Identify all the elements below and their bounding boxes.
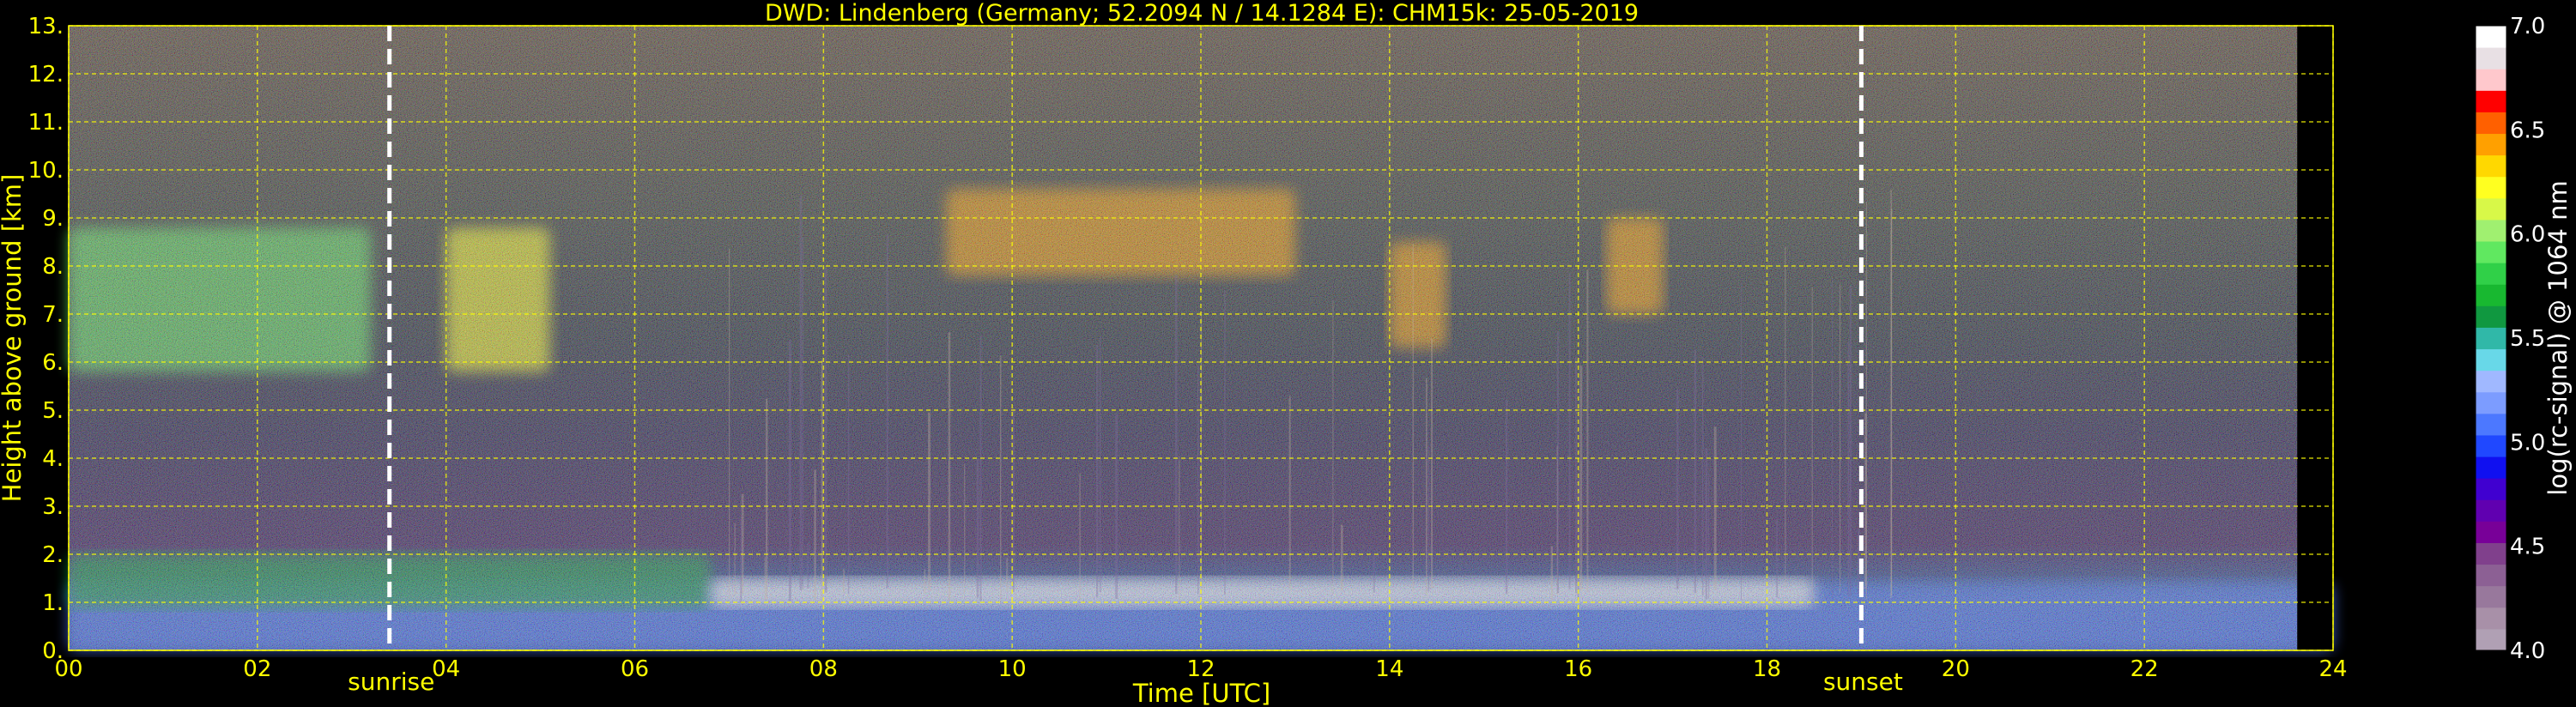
- colorbar-swatch: [2476, 69, 2506, 91]
- x-tick-label: 18: [1753, 656, 1781, 682]
- colorbar-swatch: [2476, 47, 2506, 69]
- y-tick-label: 7.: [42, 302, 64, 328]
- colorbar-swatch: [2476, 585, 2506, 608]
- colorbar-swatch: [2476, 628, 2506, 651]
- plot-area: sunrise sunset: [68, 25, 2334, 696]
- x-tick-label: 22: [2131, 656, 2159, 682]
- y-tick-label: 13.: [28, 14, 64, 39]
- colorbar-swatch: [2476, 112, 2506, 135]
- x-tick-label: 24: [2318, 656, 2347, 682]
- colorbar-swatch: [2476, 542, 2506, 565]
- no-data-region: [2297, 26, 2333, 650]
- colorbar-swatch: [2476, 90, 2506, 112]
- colorbar-swatch: [2476, 176, 2506, 199]
- colorbar-swatch: [2476, 284, 2506, 306]
- x-tick-label: 06: [621, 656, 649, 682]
- colorbar-swatch: [2476, 564, 2506, 587]
- y-tick-label: 3.: [42, 494, 64, 520]
- y-tick-label: 2.: [42, 542, 64, 568]
- x-tick-label: 02: [243, 656, 271, 682]
- colorbar-swatch: [2476, 521, 2506, 543]
- colorbar-swatch: [2476, 607, 2506, 630]
- x-tick-label: 00: [54, 656, 82, 682]
- y-tick-label: 10.: [28, 158, 64, 184]
- colorbar-swatch: [2476, 478, 2506, 500]
- colorbar-swatch: [2476, 219, 2506, 242]
- colorbar-swatch: [2476, 133, 2506, 156]
- colorbar-tick-label: 4.0: [2510, 638, 2545, 664]
- colorbar-label: log(rc-signal) @ 1064 nm: [2543, 180, 2573, 495]
- y-tick-label: 5.: [42, 398, 64, 424]
- colorbar-swatch: [2476, 391, 2506, 414]
- x-tick-label: 20: [1942, 656, 1970, 682]
- sunset-label: sunset: [1823, 668, 1903, 696]
- colorbar-swatch: [2476, 263, 2506, 285]
- colorbar-swatch: [2476, 154, 2506, 178]
- y-tick-label: 12.: [28, 62, 64, 88]
- x-tick-label: 16: [1564, 656, 1592, 682]
- y-tick-label: 6.: [42, 350, 64, 376]
- chart-title: DWD: Lindenberg (Germany; 52.2094 N / 14…: [765, 0, 1639, 27]
- y-tick-label: 4.: [42, 446, 64, 472]
- x-tick-label: 14: [1375, 656, 1403, 682]
- colorbar-tick-label: 7.0: [2510, 14, 2545, 39]
- colorbar-tick-label: 4.5: [2510, 535, 2545, 560]
- y-tick-label: 9.: [42, 206, 64, 232]
- colorbar-swatch: [2476, 26, 2506, 48]
- sunrise-label: sunrise: [348, 668, 434, 696]
- colorbar-swatch: [2476, 456, 2506, 479]
- colorbar-tick-label: 6.0: [2510, 222, 2545, 248]
- colorbar-swatch: [2476, 499, 2506, 522]
- colorbar-swatch: [2476, 413, 2506, 436]
- y-axis-label: Height above ground [km]: [0, 174, 27, 503]
- colorbar-swatch: [2476, 305, 2506, 328]
- colorbar: 4.0 4.5 5.0 5.5 6.0 6.5 7.0: [2475, 14, 2545, 664]
- y-tick-label: 11.: [28, 110, 64, 136]
- x-tick-label: 08: [809, 656, 838, 682]
- x-tick-label: 10: [998, 656, 1027, 682]
- colorbar-swatch: [2476, 434, 2506, 457]
- colorbar-tick-label: 5.5: [2510, 326, 2545, 352]
- y-tick-label: 8.: [42, 254, 64, 280]
- y-axis: 0.1.2.3.4.5.6.7.8.9.10.11.12.13.: [28, 14, 64, 664]
- colorbar-swatch: [2476, 370, 2506, 393]
- x-axis-label: Time [UTC]: [1132, 679, 1270, 707]
- ceilometer-chart: sunrise sunset 0.1.2.3.4.5.6.7.8.9.10.11.…: [0, 0, 2573, 707]
- colorbar-swatch: [2476, 348, 2506, 372]
- colorbar-swatch: [2476, 327, 2506, 350]
- colorbar-tick-label: 5.0: [2510, 430, 2545, 456]
- colorbar-swatch: [2476, 197, 2506, 221]
- colorbar-tick-label: 6.5: [2510, 118, 2545, 143]
- x-tick-label: 04: [432, 656, 460, 682]
- y-tick-label: 1.: [42, 590, 64, 616]
- colorbar-swatch: [2476, 241, 2506, 263]
